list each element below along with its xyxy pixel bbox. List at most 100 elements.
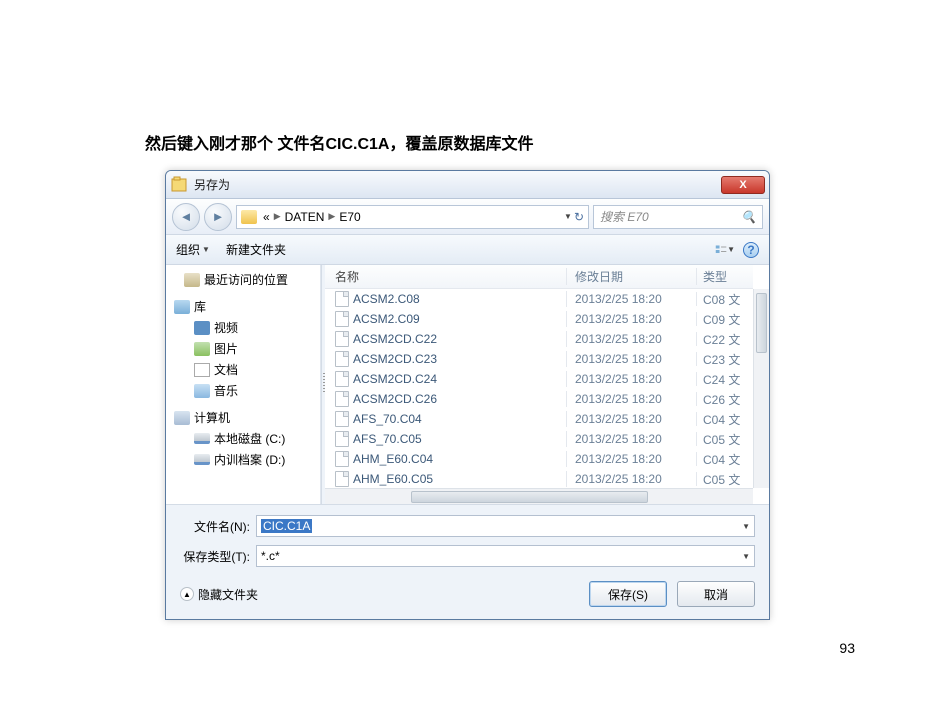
dialog-title: 另存为 bbox=[194, 176, 721, 193]
file-row[interactable]: ACSM2CD.C24 2013/2/25 18:20C24 文 bbox=[325, 369, 753, 389]
filetype-select[interactable]: *.c* ▼ bbox=[256, 545, 755, 567]
file-row[interactable]: ACSM2CD.C262013/2/25 18:20C26 文 bbox=[325, 389, 753, 409]
help-button[interactable]: ? bbox=[743, 242, 759, 258]
drive-icon bbox=[194, 433, 210, 444]
file-date: 2013/2/25 18:20 bbox=[567, 452, 697, 466]
file-icon bbox=[335, 311, 349, 327]
sidebar-item-drive-d[interactable]: 内训档案 (D:) bbox=[166, 449, 320, 470]
file-row[interactable]: AFS_70.C042013/2/25 18:20C04 文 bbox=[325, 409, 753, 429]
file-row[interactable]: AHM_E60.C052013/2/25 18:20C05 文 bbox=[325, 469, 753, 488]
file-row[interactable]: ACSM2.C082013/2/25 18:20C08 文 bbox=[325, 289, 753, 309]
file-row[interactable]: AFS_70.C052013/2/25 18:20C05 文 bbox=[325, 429, 753, 449]
file-date: 2013/2/25 18:20 bbox=[567, 332, 697, 346]
file-type: C22 文 bbox=[697, 331, 753, 348]
save-button[interactable]: 保存(S) bbox=[589, 581, 667, 607]
sidebar-item-documents[interactable]: 文档 bbox=[166, 359, 320, 380]
file-list-rows[interactable]: ACSM2.C082013/2/25 18:20C08 文 ACSM2.C09 20… bbox=[325, 289, 753, 488]
sidebar-item-pictures[interactable]: 图片 bbox=[166, 338, 320, 359]
file-date: 2013/2/25 18:20 bbox=[567, 432, 697, 446]
file-icon bbox=[335, 411, 349, 427]
close-button[interactable]: X bbox=[721, 176, 765, 194]
titlebar: 另存为 X bbox=[166, 171, 769, 199]
search-input[interactable]: 搜索 E70 🔍 bbox=[593, 205, 763, 229]
breadcrumb-dropdown-icon[interactable]: ▼ bbox=[564, 212, 572, 221]
sidebar-item-computer[interactable]: 计算机 bbox=[166, 407, 320, 428]
file-name: AHM_E60.C04 bbox=[353, 452, 433, 466]
file-row[interactable]: ACSM2CD.C222013/2/25 18:20C22 文 bbox=[325, 329, 753, 349]
view-options-button[interactable]: ▼ bbox=[715, 240, 735, 260]
forward-button[interactable]: ► bbox=[204, 203, 232, 231]
bc-sep-icon: ▶ bbox=[274, 211, 281, 222]
page-number: 93 bbox=[839, 640, 855, 656]
file-type: C24 文 bbox=[697, 371, 753, 388]
file-name: AFS_70.C05 bbox=[353, 432, 422, 446]
file-name: ACSM2.C09 bbox=[353, 312, 420, 326]
music-icon bbox=[194, 384, 210, 398]
arrow-right-icon: ► bbox=[212, 209, 225, 224]
column-type[interactable]: 类型 bbox=[697, 268, 753, 285]
cancel-button[interactable]: 取消 bbox=[677, 581, 755, 607]
file-type: C04 文 bbox=[697, 411, 753, 428]
app-icon bbox=[170, 176, 188, 194]
file-icon bbox=[335, 391, 349, 407]
organize-menu[interactable]: 组织 ▼ bbox=[176, 241, 210, 258]
file-name: AFS_70.C04 bbox=[353, 412, 422, 426]
navigation-bar: ◄ ► « ▶ DATEN ▶ E70 ▼ ↻ 搜索 E70 🔍 bbox=[166, 199, 769, 235]
file-type: C05 文 bbox=[697, 471, 753, 488]
video-icon bbox=[194, 321, 210, 335]
file-icon bbox=[335, 451, 349, 467]
file-row[interactable]: ACSM2CD.C232013/2/25 18:20C23 文 bbox=[325, 349, 753, 369]
library-icon bbox=[174, 300, 190, 314]
column-date[interactable]: 修改日期 bbox=[567, 268, 697, 285]
computer-icon bbox=[174, 411, 190, 425]
file-name: AHM_E60.C05 bbox=[353, 472, 433, 486]
sidebar-item-video[interactable]: 视频 bbox=[166, 317, 320, 338]
filename-input[interactable]: CIC.C1A ▼ bbox=[256, 515, 755, 537]
file-icon bbox=[335, 291, 349, 307]
recent-icon bbox=[184, 273, 200, 287]
navigation-sidebar[interactable]: 最近访问的位置 库 视频 图片 文档 音乐 计算机 本地磁盘 (C:) 内训档案… bbox=[166, 265, 321, 504]
horizontal-scrollbar[interactable] bbox=[325, 488, 753, 504]
chevron-down-icon[interactable]: ▼ bbox=[742, 552, 750, 561]
refresh-icon[interactable]: ↻ bbox=[574, 210, 584, 224]
sidebar-item-drive-c[interactable]: 本地磁盘 (C:) bbox=[166, 428, 320, 449]
drive-icon bbox=[194, 454, 210, 465]
sidebar-item-libraries[interactable]: 库 bbox=[166, 296, 320, 317]
file-name: ACSM2CD.C24 bbox=[353, 372, 437, 386]
column-name[interactable]: 名称 bbox=[325, 268, 567, 285]
file-row[interactable]: AHM_E60.C042013/2/25 18:20C04 文 bbox=[325, 449, 753, 469]
file-row[interactable]: ACSM2.C092013/2/25 18:20C09 文 bbox=[325, 309, 753, 329]
bc-e70[interactable]: E70 bbox=[339, 210, 360, 224]
search-placeholder: 搜索 E70 bbox=[600, 208, 649, 225]
file-icon bbox=[335, 331, 349, 347]
bc-prefix: « bbox=[263, 210, 270, 224]
file-type: C08 文 bbox=[697, 291, 753, 308]
file-date: 2013/2/25 18:20 bbox=[567, 312, 697, 326]
file-name: ACSM2CD.C23 bbox=[353, 352, 437, 366]
file-icon bbox=[335, 351, 349, 367]
bottom-panel: 文件名(N): CIC.C1A ▼ 保存类型(T): *.c* ▼ ▲ 隐藏文件… bbox=[166, 504, 769, 619]
file-name: ACSM2CD.C26 bbox=[353, 392, 437, 406]
hide-folders-toggle[interactable]: ▲ 隐藏文件夹 bbox=[180, 586, 258, 603]
file-date: 2013/2/25 18:20 bbox=[567, 372, 697, 386]
file-date: 2013/2/25 18:20 bbox=[567, 292, 697, 306]
search-icon: 🔍 bbox=[741, 210, 756, 224]
vertical-scrollbar[interactable] bbox=[753, 289, 769, 488]
bc-daten[interactable]: DATEN bbox=[285, 210, 325, 224]
bc-sep-icon: ▶ bbox=[328, 211, 335, 222]
documents-icon bbox=[194, 363, 210, 377]
breadcrumb[interactable]: « ▶ DATEN ▶ E70 ▼ ↻ bbox=[236, 205, 589, 229]
new-folder-button[interactable]: 新建文件夹 bbox=[226, 241, 286, 258]
sidebar-item-recent[interactable]: 最近访问的位置 bbox=[166, 269, 320, 290]
file-list-header: 名称 修改日期 类型 bbox=[325, 265, 753, 289]
chevron-down-icon: ▼ bbox=[727, 245, 735, 254]
chevron-down-icon[interactable]: ▼ bbox=[742, 522, 750, 531]
filetype-value: *.c* bbox=[261, 549, 280, 563]
filename-label: 文件名(N): bbox=[180, 518, 250, 535]
page-instruction: 然后键入刚才那个 文件名CIC.C1A，覆盖原数据库文件 bbox=[145, 130, 533, 154]
sidebar-item-music[interactable]: 音乐 bbox=[166, 380, 320, 401]
back-button[interactable]: ◄ bbox=[172, 203, 200, 231]
arrow-left-icon: ◄ bbox=[180, 209, 193, 224]
folder-icon bbox=[241, 210, 257, 224]
save-as-dialog: 另存为 X ◄ ► « ▶ DATEN ▶ E70 ▼ ↻ 搜索 E70 🔍 组… bbox=[165, 170, 770, 620]
